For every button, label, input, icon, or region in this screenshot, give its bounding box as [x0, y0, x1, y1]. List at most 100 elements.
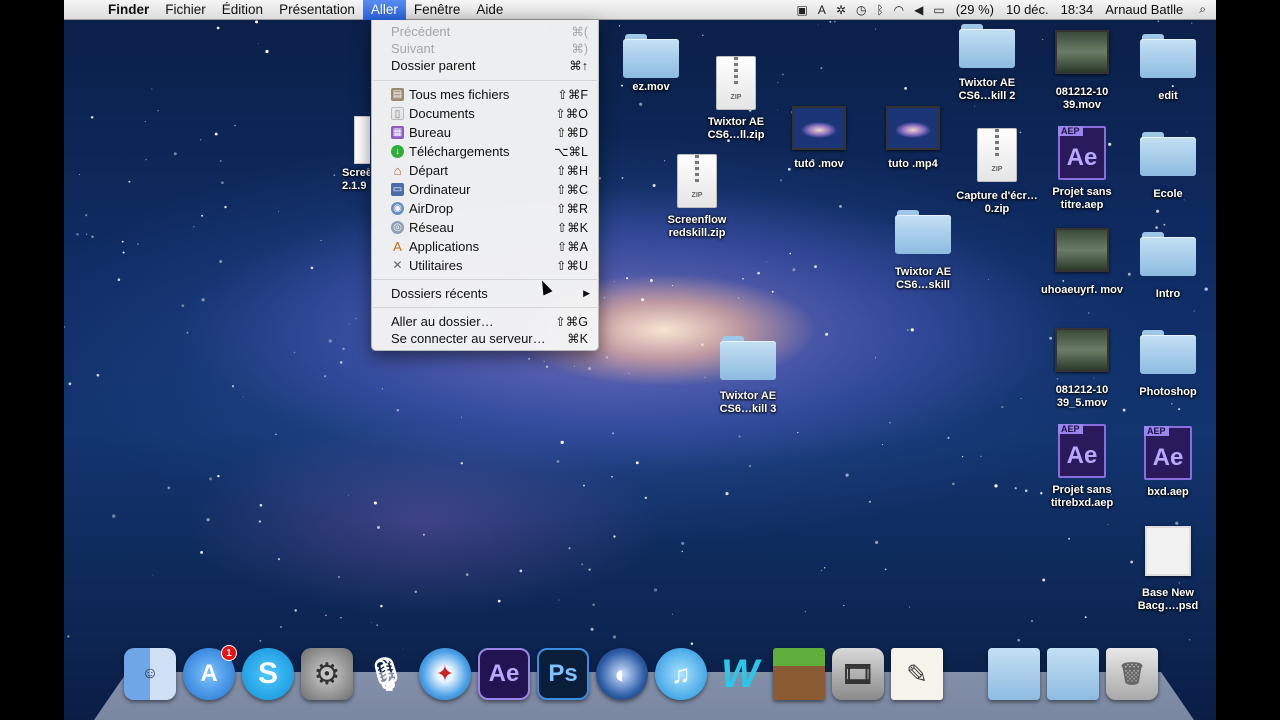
- menu-item-depart[interactable]: ⌂ Départ ⇧⌘H: [372, 161, 600, 179]
- star: [219, 160, 222, 162]
- menu-aide[interactable]: Aide: [468, 0, 511, 20]
- video-thumbnail-icon: [1055, 30, 1109, 74]
- star: [340, 616, 342, 619]
- battery-icon[interactable]: ▭: [928, 3, 949, 17]
- menu-presentation[interactable]: Présentation: [271, 0, 363, 20]
- file-twixtor-zip[interactable]: ZIP Twixtor AE CS6…ll.zip: [691, 56, 781, 142]
- file-tuto-mp4[interactable]: tuto .mp4: [868, 106, 958, 171]
- star: [1191, 22, 1193, 24]
- menu-item-telechargements[interactable]: ↓ Téléchargements ⌥⌘L: [372, 142, 600, 160]
- star: [265, 49, 269, 54]
- battery-percent[interactable]: (29 %): [950, 2, 1000, 17]
- dock-minecraft[interactable]: [773, 648, 825, 700]
- file-081212-1039-mov[interactable]: 081212-10 39.mov: [1037, 30, 1127, 112]
- menu-item-suivant[interactable]: Suivant ⌘): [372, 39, 600, 57]
- screen-recording-icon[interactable]: ▣: [792, 3, 813, 17]
- folder-photoshop[interactable]: Photoshop: [1123, 330, 1213, 399]
- applications-icon: A: [393, 238, 402, 254]
- star: [1170, 402, 1173, 405]
- menu-item-se-connecter-au-serveur[interactable]: Se connecter au serveur… ⌘K: [372, 329, 600, 347]
- dock-textedit[interactable]: ✎: [891, 648, 943, 700]
- star: [1155, 226, 1158, 229]
- dock-downloads-stack[interactable]: [1047, 648, 1099, 700]
- menu-aller[interactable]: Aller: [362, 0, 406, 20]
- menu-fenetre[interactable]: Fenêtre: [406, 0, 469, 20]
- dock-skype[interactable]: S: [242, 648, 294, 700]
- menu-item-aller-au-dossier[interactable]: Aller au dossier… ⇧⌘G: [372, 312, 600, 330]
- menu-item-tous-mes-fichiers[interactable]: ▤ Tous mes fichiers ⇧⌘F: [372, 85, 600, 103]
- menu-item-applications[interactable]: A Applications ⇧⌘A: [372, 237, 600, 255]
- menu-item-utilitaires[interactable]: ✕ Utilitaires ⇧⌘U: [372, 256, 600, 274]
- file-screenflow-zip[interactable]: ZIP Screenflow redskill.zip: [652, 154, 742, 240]
- folder-ecole[interactable]: Ecole: [1123, 132, 1213, 201]
- skype-status-icon[interactable]: ✲: [831, 3, 851, 17]
- menu-item-airdrop[interactable]: ◉ AirDrop ⇧⌘R: [372, 199, 600, 217]
- wifi-icon[interactable]: ◠: [889, 3, 909, 17]
- user-name[interactable]: Arnaud Batlle: [1099, 2, 1189, 17]
- folder-twixtor-2[interactable]: Twixtor AE CS6…kill 2: [942, 24, 1032, 103]
- volume-icon[interactable]: ◀: [909, 3, 928, 17]
- menu-date[interactable]: 10 déc.: [1000, 2, 1055, 17]
- file-uhoaeuyrf-mov[interactable]: uhoaeuyrf. mov: [1037, 228, 1127, 297]
- star: [224, 205, 227, 209]
- dock-documents-stack[interactable]: [988, 648, 1040, 700]
- adobe-icon[interactable]: A: [813, 3, 831, 17]
- folder-twixtor-skill[interactable]: Twixtor AE CS6…skill: [878, 210, 968, 292]
- menu-item-reseau[interactable]: ◎ Réseau ⇧⌘K: [372, 218, 600, 236]
- dock-after-effects[interactable]: Ae: [478, 648, 530, 700]
- star: [875, 357, 877, 359]
- spotlight-search-icon[interactable]: ⌕: [1189, 2, 1216, 17]
- dock-microphone-app[interactable]: 🎙: [360, 648, 412, 700]
- menu-item-precedent[interactable]: Précédent ⌘(: [372, 22, 600, 40]
- dock-imovie[interactable]: 🎞: [832, 648, 884, 700]
- star: [603, 296, 606, 299]
- menu-item-documents[interactable]: ▯ Documents ⇧⌘O: [372, 104, 600, 122]
- star: [193, 226, 195, 228]
- file-tuto-mov[interactable]: tuto .mov: [774, 106, 864, 171]
- star: [64, 325, 66, 328]
- dock-app-store[interactable]: A 1: [183, 645, 237, 700]
- file-projet-sans-titrebxd-aep[interactable]: AEP Ae Projet sans titrebxd.aep: [1037, 424, 1127, 510]
- bluetooth-icon[interactable]: ᛒ: [871, 3, 888, 17]
- menu-edition[interactable]: Édition: [214, 0, 271, 20]
- star: [884, 568, 887, 571]
- folder-edit[interactable]: edit: [1123, 34, 1213, 103]
- dock-safari[interactable]: ✦: [419, 648, 471, 700]
- file-bxd-aep[interactable]: AEP Ae bxd.aep: [1123, 426, 1213, 499]
- network-icon: ◎: [391, 220, 404, 234]
- file-projet-sans-titre-aep[interactable]: AEP Ae Projet sans titre.aep: [1037, 126, 1127, 212]
- after-effects-icon: Ae: [488, 660, 520, 687]
- desktop: Finder Fichier Édition Présentation Alle…: [64, 0, 1216, 720]
- star: [370, 622, 372, 624]
- dock-w-app[interactable]: W: [714, 648, 766, 700]
- star: [1001, 405, 1004, 409]
- folder-twixtor-3[interactable]: Twixtor AE CS6…kill 3: [703, 336, 793, 416]
- menu-item-ordinateur[interactable]: ▭ Ordinateur ⇧⌘C: [372, 180, 600, 198]
- file-capture-zip[interactable]: ZIP Capture d'écr…0.zip: [952, 128, 1042, 216]
- dock-itunes[interactable]: ♫: [655, 648, 707, 700]
- menu-item-bureau[interactable]: ▦ Bureau ⇧⌘D: [372, 123, 600, 141]
- menu-finder[interactable]: Finder: [100, 0, 157, 20]
- star: [994, 484, 998, 488]
- star: [738, 297, 740, 299]
- documents-icon: ▯: [391, 106, 404, 120]
- dock-finder[interactable]: ☺: [124, 648, 176, 700]
- menu-fichier[interactable]: Fichier: [157, 0, 214, 20]
- star: [868, 500, 871, 503]
- file-screen-partial[interactable]: Scree 2.1.9: [326, 116, 370, 193]
- folder-icon: [1140, 330, 1196, 374]
- dock-photoshop[interactable]: Ps: [537, 648, 589, 700]
- file-081212-1039-5-mov[interactable]: 081212-10 39_5.mov: [1037, 328, 1127, 410]
- file-base-new-psd[interactable]: Base New Bacg….psd: [1123, 526, 1213, 613]
- dock-system-preferences[interactable]: ⚙: [301, 648, 353, 700]
- time-machine-icon[interactable]: ◷: [851, 3, 871, 17]
- menu-time[interactable]: 18:34: [1055, 2, 1100, 17]
- dock-cinema-4d[interactable]: ◐: [596, 648, 648, 700]
- star: [671, 613, 673, 615]
- folder-intro[interactable]: Intro: [1123, 232, 1213, 301]
- dock-trash[interactable]: 🗑: [1106, 648, 1158, 700]
- menu-item-dossiers-recents[interactable]: Dossiers récents ▶: [372, 284, 600, 302]
- file-ez-mov[interactable]: ez.mov: [606, 34, 696, 94]
- menu-item-dossier-parent[interactable]: Dossier parent ⌘↑: [372, 56, 600, 74]
- star: [701, 34, 704, 37]
